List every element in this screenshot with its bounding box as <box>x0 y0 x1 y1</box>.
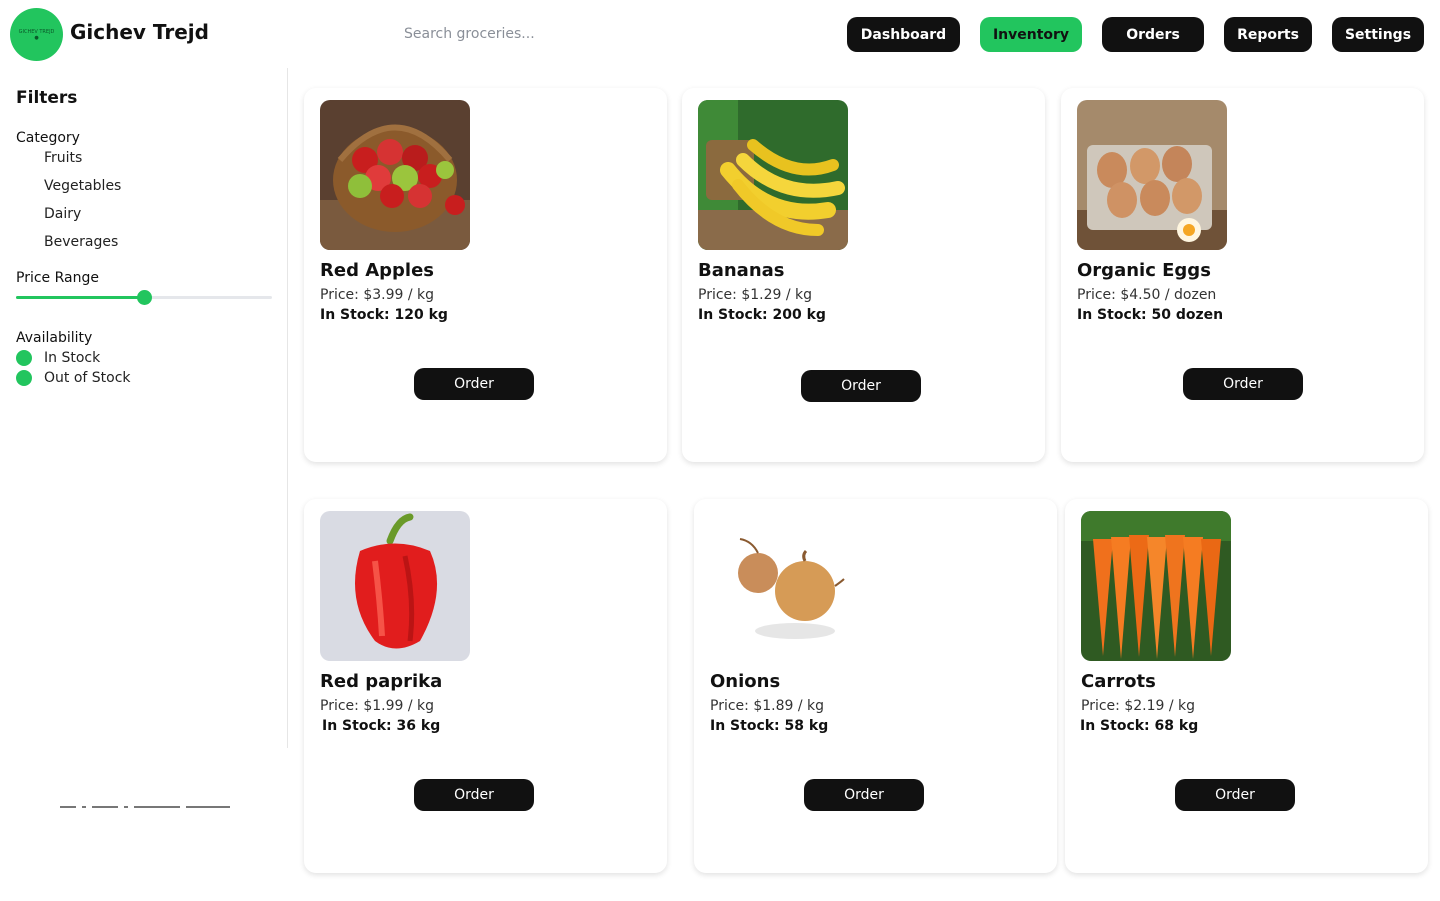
price-range-fill <box>16 296 144 299</box>
nav-reports-button[interactable]: Reports <box>1224 17 1312 52</box>
availability-in-stock[interactable]: In Stock <box>16 350 100 366</box>
product-card-organic-eggs: Organic Eggs Price: $4.50 / dozen In Sto… <box>1061 88 1424 462</box>
product-image <box>320 511 470 661</box>
availability-label: Out of Stock <box>44 370 131 386</box>
product-image <box>1077 100 1227 250</box>
product-card-bananas: Bananas Price: $1.29 / kg In Stock: 200 … <box>682 88 1045 462</box>
price-range-title: Price Range <box>16 270 99 286</box>
availability-label: In Stock <box>44 350 101 366</box>
product-name: Onions <box>710 671 781 692</box>
radio-dot-icon[interactable] <box>16 370 32 386</box>
order-button[interactable]: Order <box>414 779 534 811</box>
product-price: Price: $1.99 / kg <box>320 698 435 714</box>
category-dairy[interactable]: Dairy <box>44 206 81 222</box>
nav-settings-button[interactable]: Settings <box>1332 17 1424 52</box>
product-card-red-apples: Red Apples Price: $3.99 / kg In Stock: 1… <box>304 88 667 462</box>
product-name: Organic Eggs <box>1077 260 1211 281</box>
product-name: Bananas <box>698 260 785 281</box>
product-stock: In Stock: 50 dozen <box>1077 307 1224 323</box>
product-stock: In Stock: 36 kg <box>322 718 441 734</box>
brand-name: Gichev Trejd <box>70 20 209 44</box>
product-image <box>698 100 848 250</box>
product-stock: In Stock: 58 kg <box>710 718 829 734</box>
eggs-carton-icon <box>1077 100 1227 250</box>
product-card-carrots: Carrots Price: $2.19 / kg In Stock: 68 k… <box>1065 499 1428 873</box>
category-fruits[interactable]: Fruits <box>44 150 82 166</box>
product-image <box>1081 511 1231 661</box>
product-price: Price: $2.19 / kg <box>1081 698 1196 714</box>
filters-title: Filters <box>16 88 78 108</box>
logo-mark: ● <box>34 34 39 41</box>
category-beverages[interactable]: Beverages <box>44 234 118 250</box>
price-range-handle[interactable] <box>137 290 152 305</box>
order-button[interactable]: Order <box>801 370 921 402</box>
product-card-red-paprika: Red paprika Price: $1.99 / kg In Stock: … <box>304 499 667 873</box>
product-stock: In Stock: 200 kg <box>698 307 826 323</box>
bananas-bunch-icon <box>698 100 848 250</box>
availability-title: Availability <box>16 330 93 346</box>
product-stock: In Stock: 68 kg <box>1080 718 1199 734</box>
onions-icon <box>710 511 860 661</box>
nav-orders-button[interactable]: Orders <box>1102 17 1204 52</box>
apples-basket-icon <box>320 100 470 250</box>
product-card-onions: Onions Price: $1.89 / kg In Stock: 58 kg… <box>694 499 1057 873</box>
product-name: Red Apples <box>320 260 435 281</box>
product-image <box>710 511 860 661</box>
brand-logo[interactable]: GICHEV TREJD ● <box>10 8 63 61</box>
category-title: Category <box>16 130 80 146</box>
sidebar-divider <box>287 68 288 748</box>
red-pepper-icon <box>320 511 470 661</box>
category-vegetables[interactable]: Vegetables <box>44 178 121 194</box>
search-input[interactable] <box>402 20 702 48</box>
product-price: Price: $4.50 / dozen <box>1077 287 1217 303</box>
product-price: Price: $1.89 / kg <box>710 698 825 714</box>
product-name: Carrots <box>1081 671 1156 692</box>
carrots-bunch-icon <box>1081 511 1231 661</box>
product-stock: In Stock: 120 kg <box>320 307 448 323</box>
product-price: Price: $3.99 / kg <box>320 287 435 303</box>
nav-inventory-button[interactable]: Inventory <box>980 17 1082 52</box>
order-button[interactable]: Order <box>1175 779 1295 811</box>
product-price: Price: $1.29 / kg <box>698 287 813 303</box>
radio-dot-icon[interactable] <box>16 350 32 366</box>
order-button[interactable]: Order <box>414 368 534 400</box>
availability-out-of-stock[interactable]: Out of Stock <box>16 370 131 386</box>
order-button[interactable]: Order <box>1183 368 1303 400</box>
sidebar-footer-dashes <box>60 806 230 808</box>
product-name: Red paprika <box>320 671 443 692</box>
product-image <box>320 100 470 250</box>
order-button[interactable]: Order <box>804 779 924 811</box>
nav-dashboard-button[interactable]: Dashboard <box>847 17 960 52</box>
price-range-slider[interactable] <box>16 290 272 305</box>
